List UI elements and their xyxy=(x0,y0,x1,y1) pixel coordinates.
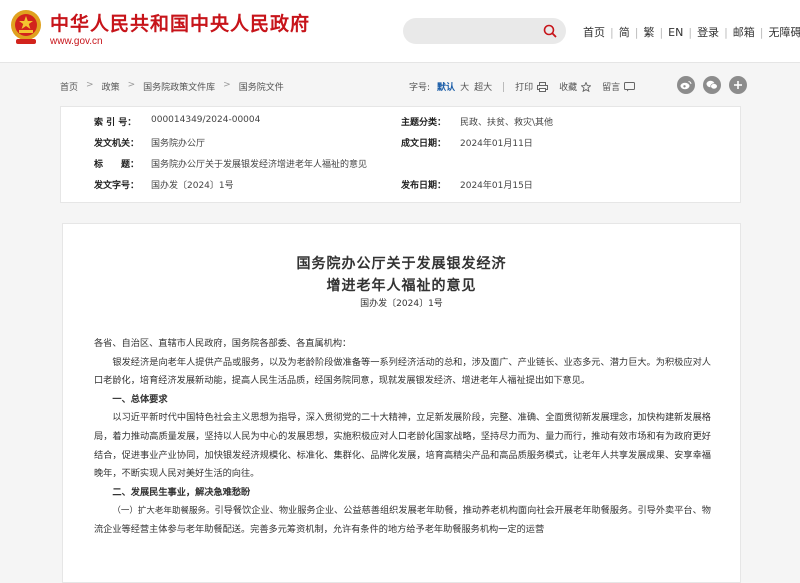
site-url: www.gov.cn xyxy=(50,36,103,47)
font-size-label: 字号: xyxy=(409,80,430,93)
favorite-label: 收藏 xyxy=(559,80,577,93)
article-content: 国务院办公厅关于发展银发经济 增进老年人福祉的意见 国办发〔2024〕1号 各省… xyxy=(62,223,741,583)
nav-home[interactable]: 首页 xyxy=(578,24,610,40)
top-navigation: 首页| 简| 繁| EN| 登录| 邮箱| 无障碍 xyxy=(578,24,800,40)
breadcrumb-separator: > xyxy=(128,80,136,93)
nav-login[interactable]: 登录 xyxy=(692,24,724,40)
breadcrumb-home[interactable]: 首页 xyxy=(60,80,78,93)
meta-row: 标 题： 国务院办公厅关于发展银发经济增进老年人福祉的意见 xyxy=(61,157,740,177)
issuer-label: 发文机关： xyxy=(94,136,139,149)
printer-icon xyxy=(537,82,548,92)
favorite-button[interactable]: 收藏 xyxy=(559,80,591,93)
document-metadata: 索 引 号： 000014349/2024-00004 主题分类： 民政、扶贫、… xyxy=(60,106,741,203)
meta-row: 发文字号： 国办发〔2024〕1号 发布日期： 2024年01月15日 xyxy=(61,178,740,198)
comment-label: 留言 xyxy=(602,80,620,93)
written-date-label: 成文日期： xyxy=(401,136,446,149)
breadcrumb-policy-library[interactable]: 国务院政策文件库 xyxy=(143,80,215,93)
article-title-line-2: 增进老年人福祉的意见 xyxy=(63,275,740,295)
nav-mailbox[interactable]: 邮箱 xyxy=(728,24,760,40)
print-button[interactable]: 打印 xyxy=(515,80,548,93)
font-size-large[interactable]: 大 xyxy=(460,80,469,93)
breadcrumb-toolbar: 首页 > 政策 > 国务院政策文件库 > 国务院文件 字号: 默认 大 超大 打印 收… xyxy=(60,73,741,97)
site-header: 中华人民共和国中央人民政府 www.gov.cn 首页| 简| 繁| EN| 登… xyxy=(0,0,800,63)
site-title[interactable]: 中华人民共和国中央人民政府 xyxy=(50,9,310,36)
share-buttons xyxy=(677,76,755,94)
meta-row: 索 引 号： 000014349/2024-00004 主题分类： 民政、扶贫、… xyxy=(61,115,740,135)
page-tools: 字号: 默认 大 超大 打印 收藏 留言 xyxy=(409,80,646,93)
article-doc-number: 国办发〔2024〕1号 xyxy=(63,296,740,309)
index-no-label: 索 引 号： xyxy=(94,115,136,128)
title-value: 国务院办公厅关于发展银发经济增进老年人福祉的意见 xyxy=(151,157,367,170)
breadcrumb-separator: > xyxy=(223,80,231,93)
nav-accessibility[interactable]: 无障碍 xyxy=(764,24,800,40)
nav-traditional[interactable]: 繁 xyxy=(638,24,659,40)
weibo-icon[interactable] xyxy=(677,76,695,94)
paragraph: 银发经济是向老年人提供产品或服务，以及为老龄阶段做准备等一系列经济活动的总和，涉… xyxy=(94,354,711,391)
title-label: 标 题： xyxy=(94,157,139,170)
breadcrumb: 首页 > 政策 > 国务院政策文件库 > 国务院文件 xyxy=(60,80,284,93)
publish-date-value: 2024年01月15日 xyxy=(460,178,533,191)
category-value: 民政、扶贫、救灾\其他 xyxy=(460,115,553,128)
category-label: 主题分类： xyxy=(401,115,446,128)
article-body: 各省、自治区、直辖市人民政府，国务院各部委、各直属机构： 银发经济是向老年人提供… xyxy=(94,335,711,540)
breadcrumb-policy[interactable]: 政策 xyxy=(102,80,120,93)
section-heading: 一、总体要求 xyxy=(94,391,711,410)
salutation: 各省、自治区、直辖市人民政府，国务院各部委、各直属机构： xyxy=(94,335,711,354)
breadcrumb-state-council-docs[interactable]: 国务院文件 xyxy=(239,80,284,93)
national-emblem-icon xyxy=(9,8,43,46)
print-label: 打印 xyxy=(515,80,533,93)
font-size-default[interactable]: 默认 xyxy=(437,80,455,93)
section-heading: 二、发展民生事业，解决急难愁盼 xyxy=(94,484,711,503)
weibo-glyph-icon xyxy=(680,80,692,90)
paragraph: 以习近平新时代中国特色社会主义思想为指导，深入贯彻党的二十大精神，立足新发展阶段… xyxy=(94,409,711,483)
subsection-heading: （一）扩大老年助餐服务。 xyxy=(112,506,214,516)
search-input[interactable] xyxy=(403,18,566,44)
publish-date-label: 发布日期： xyxy=(401,178,446,191)
nav-simplified[interactable]: 简 xyxy=(614,24,635,40)
index-no-value: 000014349/2024-00004 xyxy=(151,115,260,125)
written-date-value: 2024年01月11日 xyxy=(460,136,533,149)
nav-english[interactable]: EN xyxy=(663,26,688,39)
more-icon[interactable] xyxy=(729,76,747,94)
doc-no-value: 国办发〔2024〕1号 xyxy=(151,178,234,191)
plus-icon xyxy=(733,80,743,90)
comment-icon xyxy=(624,82,635,92)
paragraph: （一）扩大老年助餐服务。引导餐饮企业、物业服务企业、公益慈善组织发展老年助餐，推… xyxy=(94,502,711,539)
article-title-line-1: 国务院办公厅关于发展银发经济 xyxy=(63,253,740,273)
star-icon xyxy=(581,82,591,92)
breadcrumb-separator: > xyxy=(86,80,94,93)
tools-divider xyxy=(503,82,504,92)
comment-button[interactable]: 留言 xyxy=(602,80,635,93)
font-size-extra-large[interactable]: 超大 xyxy=(474,80,492,93)
doc-no-label: 发文字号： xyxy=(94,178,139,191)
meta-row: 发文机关： 国务院办公厅 成文日期： 2024年01月11日 xyxy=(61,136,740,156)
wechat-icon[interactable] xyxy=(703,76,721,94)
search-icon[interactable] xyxy=(543,24,557,38)
wechat-glyph-icon xyxy=(706,80,718,90)
issuer-value: 国务院办公厅 xyxy=(151,136,205,149)
